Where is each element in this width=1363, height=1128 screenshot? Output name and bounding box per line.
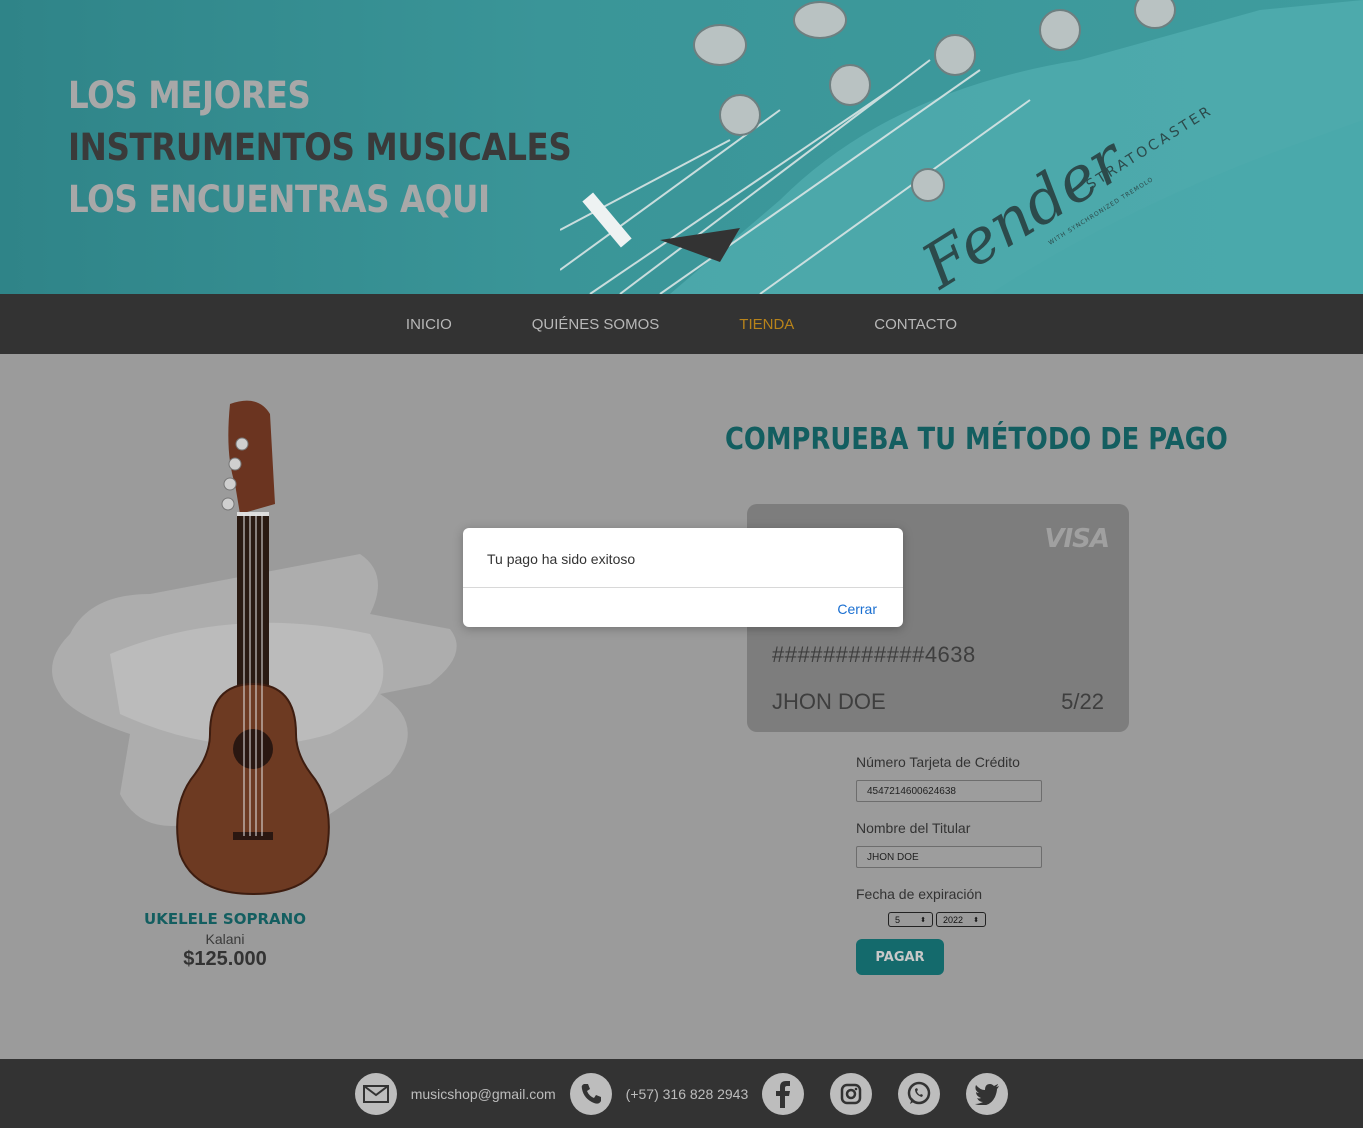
instagram-icon[interactable] bbox=[830, 1072, 873, 1115]
card-number-display: ############4638 bbox=[772, 642, 976, 667]
expiry-selects: 5 ⬍ 2022 ⬍ bbox=[888, 912, 1156, 927]
chevron-updown-icon: ⬍ bbox=[920, 916, 926, 924]
payment-success-dialog: Tu pago ha sido exitoso Cerrar bbox=[463, 528, 903, 627]
hero-line-2: INSTRUMENTOS MUSICALES bbox=[68, 126, 572, 169]
year-select[interactable]: 2022 ⬍ bbox=[936, 912, 986, 927]
dialog-message: Tu pago ha sido exitoso bbox=[487, 551, 636, 567]
nav-item-inicio[interactable]: INICIO bbox=[406, 316, 452, 333]
card-number-input[interactable]: 4547214600624638 bbox=[856, 780, 1042, 802]
dialog-divider bbox=[463, 587, 903, 588]
hero-line-3: LOS ENCUENTRAS AQUI bbox=[68, 178, 490, 221]
dialog-close-button[interactable]: Cerrar bbox=[837, 601, 877, 617]
twitter-icon[interactable] bbox=[966, 1072, 1009, 1115]
month-select[interactable]: 5 ⬍ bbox=[888, 912, 933, 927]
chevron-updown-icon: ⬍ bbox=[973, 916, 979, 924]
hero-line-1: LOS MEJORES bbox=[68, 74, 311, 117]
hero-banner: LOS MEJORES INSTRUMENTOS MUSICALES LOS E… bbox=[0, 0, 1363, 294]
year-value: 2022 bbox=[943, 914, 964, 925]
holder-name-label: Nombre del Titular bbox=[856, 820, 971, 836]
nav-item-quienes-somos[interactable]: QUIÉNES SOMOS bbox=[532, 316, 660, 333]
main-nav: INICIO QUIÉNES SOMOS TIENDA CONTACTO bbox=[0, 294, 1363, 354]
card-holder-display: JHON DOE bbox=[772, 689, 886, 714]
product-name[interactable]: UKELELE SOPRANO bbox=[120, 910, 330, 928]
phone-icon[interactable] bbox=[569, 1072, 612, 1115]
payment-form: Número Tarjeta de Crédito 45472146006246… bbox=[856, 754, 1156, 975]
card-number-label: Número Tarjeta de Crédito bbox=[856, 754, 1020, 770]
main-content: UKELELE SOPRANO Kalani $125.000 COMPRUEB… bbox=[0, 354, 1363, 1059]
footer-email[interactable]: musicshop@gmail.com bbox=[411, 1086, 556, 1102]
product-brand: Kalani bbox=[205, 931, 245, 947]
nav-item-tienda[interactable]: TIENDA bbox=[739, 316, 794, 333]
footer-phone: (+57) 316 828 2943 bbox=[625, 1085, 749, 1102]
ukulele-image bbox=[52, 400, 457, 896]
guitar-headstock-image: Fender STRATOCASTER WITH SYNCHRONIZED TR… bbox=[560, 0, 1363, 294]
month-value: 5 bbox=[895, 914, 901, 925]
holder-name-input[interactable]: JHON DOE bbox=[856, 846, 1042, 868]
visa-logo: VISA bbox=[1044, 524, 1110, 554]
envelope-icon[interactable] bbox=[354, 1072, 397, 1115]
facebook-icon[interactable] bbox=[762, 1072, 805, 1115]
expiry-label: Fecha de expiración bbox=[856, 886, 983, 902]
card-expiry-display: 5/22 bbox=[1061, 689, 1104, 714]
footer: musicshop@gmail.com (+57) 316 828 2943 bbox=[0, 1059, 1363, 1128]
product-price: $125.000 bbox=[183, 948, 267, 970]
nav-item-contacto[interactable]: CONTACTO bbox=[874, 316, 957, 333]
whatsapp-icon[interactable] bbox=[898, 1072, 941, 1115]
payment-title: COMPRUEBA TU MÉTODO DE PAGO bbox=[725, 422, 1228, 457]
pay-button[interactable]: PAGAR bbox=[856, 939, 944, 975]
hero-headline: LOS MEJORES INSTRUMENTOS MUSICALES LOS E… bbox=[68, 70, 572, 226]
